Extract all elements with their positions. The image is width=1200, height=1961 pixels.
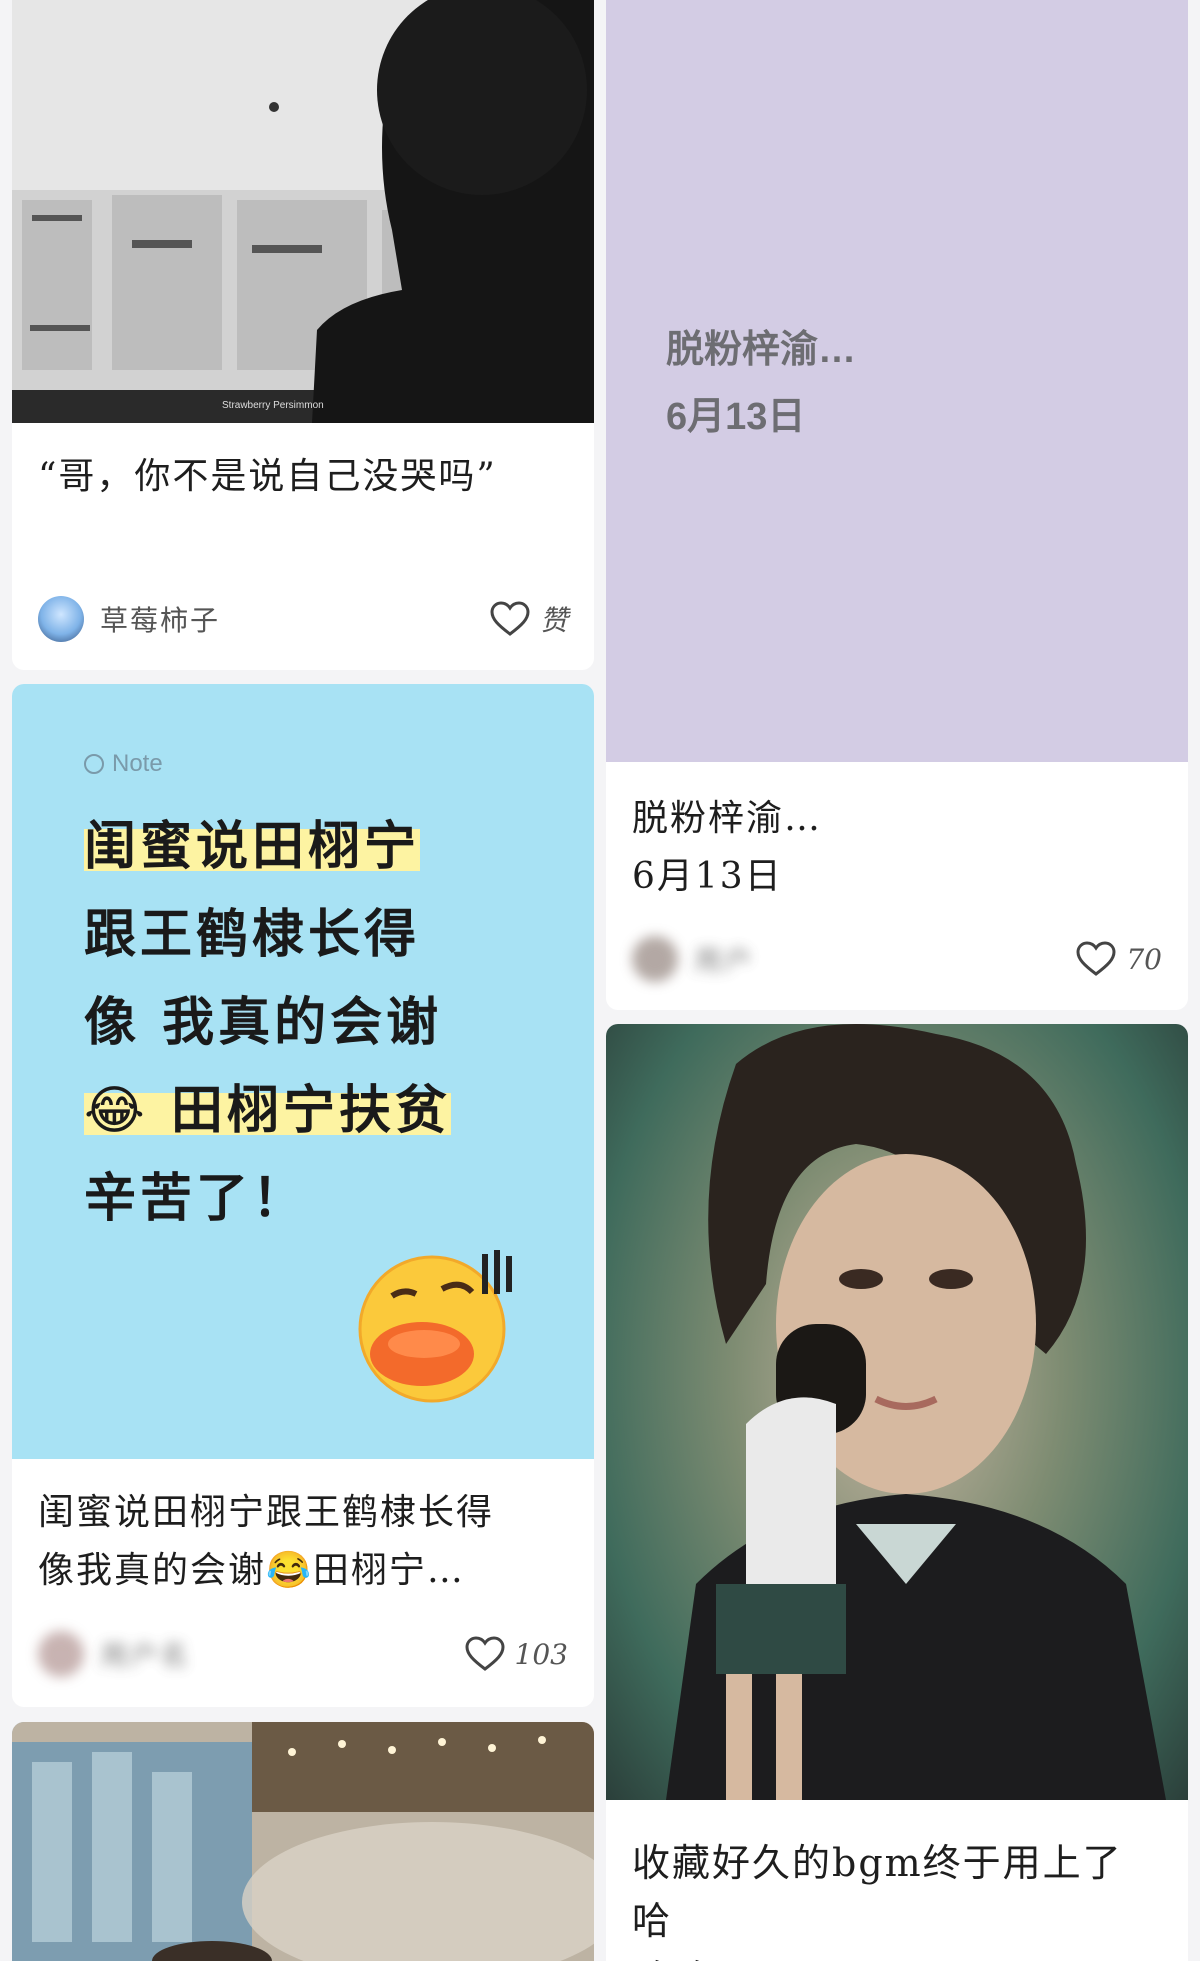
cover-photo bbox=[666, 1024, 1166, 1800]
cover-text-line2: 跟王鹤棣长得 bbox=[84, 905, 421, 965]
cover-text-line1: 闺蜜说田栩宁 bbox=[84, 817, 421, 877]
cover-text-line2: 6月13日 bbox=[666, 396, 806, 438]
author-name[interactable]: 用户 bbox=[694, 939, 754, 979]
card-cover-image[interactable] bbox=[12, 1722, 594, 1961]
author-avatar[interactable] bbox=[38, 1631, 84, 1677]
card-title[interactable]: 闺蜜说田栩宁跟王鹤棣长得 像我真的会谢😂田栩宁… bbox=[38, 1484, 568, 1600]
like-button[interactable]: 赞 bbox=[490, 599, 568, 639]
card-title[interactable]: “哥，你不是说自己没哭吗” bbox=[38, 448, 568, 506]
card-cover-image[interactable] bbox=[606, 1024, 1188, 1800]
cover-photo bbox=[12, 1722, 594, 1961]
card-title-line1: 收藏好久的bgm终于用上了哈 bbox=[632, 1841, 1123, 1943]
card-cover-image[interactable]: Strawberry Persimmon bbox=[12, 0, 594, 423]
card-title-line2: 哈哈 bbox=[632, 1950, 1162, 1961]
feed-card-4[interactable]: 收藏好久的bgm终于用上了哈 哈哈 bbox=[606, 1024, 1188, 1961]
card-title-line1: 闺蜜说田栩宁跟王鹤棣长得 bbox=[38, 1492, 495, 1533]
feed-card-2[interactable]: 脱粉梓渝… 6月13日 脱粉梓渝… 6月13日 用户 70 bbox=[606, 0, 1188, 1010]
feed-card-3[interactable]: Note 闺蜜说田栩宁 跟王鹤棣长得 像 我真的会谢 😂 田栩宁扶贫 辛苦了！ … bbox=[12, 684, 594, 1707]
note-tag-label: Note bbox=[112, 750, 163, 777]
note-tag: Note bbox=[84, 750, 163, 778]
like-count: 赞 bbox=[539, 604, 568, 637]
like-button[interactable]: 70 bbox=[1076, 941, 1162, 977]
card-title[interactable]: 脱粉梓渝… 6月13日 bbox=[632, 790, 1162, 906]
heart-icon bbox=[490, 601, 530, 636]
author-name[interactable]: 草莓柿子 bbox=[100, 599, 220, 639]
card-title-line2: 像我真的会谢😂田栩宁… bbox=[38, 1550, 465, 1591]
feed-card-5[interactable] bbox=[12, 1722, 594, 1961]
heart-icon bbox=[1076, 941, 1116, 976]
author-avatar[interactable] bbox=[38, 596, 84, 642]
card-meta: 草莓柿子 赞 bbox=[38, 594, 568, 644]
cover-text-line5: 辛苦了！ bbox=[84, 1169, 309, 1229]
cover-text-line1: 脱粉梓渝… bbox=[666, 329, 857, 371]
duck-emoji-icon bbox=[358, 1250, 512, 1403]
feed-card-1[interactable]: Strawberry Persimmon “哥，你不是说自己没哭吗” 草莓柿子 … bbox=[12, 0, 594, 670]
note-circle-icon bbox=[84, 754, 104, 774]
like-button[interactable]: 103 bbox=[465, 1636, 568, 1672]
cover-photo bbox=[12, 0, 594, 423]
like-count: 103 bbox=[514, 1637, 568, 1671]
cover-text-line4: 😂 田栩宁扶贫 bbox=[84, 1081, 451, 1141]
like-count: 70 bbox=[1126, 942, 1162, 976]
card-title[interactable]: 收藏好久的bgm终于用上了哈 哈哈 bbox=[632, 1834, 1162, 1961]
heart-icon bbox=[465, 1636, 505, 1671]
card-meta: 用户名 103 bbox=[38, 1629, 568, 1679]
author-name[interactable]: 用户名 bbox=[100, 1634, 190, 1674]
card-meta: 用户 70 bbox=[632, 934, 1162, 984]
cover-text-line3: 像 我真的会谢 bbox=[84, 993, 443, 1053]
card-title-line2: 6月13日 bbox=[632, 856, 783, 897]
card-cover-image[interactable]: 脱粉梓渝… 6月13日 bbox=[606, 0, 1188, 762]
cover-watermark: Strawberry Persimmon bbox=[222, 400, 324, 411]
card-cover-image[interactable]: Note 闺蜜说田栩宁 跟王鹤棣长得 像 我真的会谢 😂 田栩宁扶贫 辛苦了！ bbox=[12, 684, 594, 1459]
card-title-line1: 脱粉梓渝… bbox=[632, 798, 823, 839]
author-avatar[interactable] bbox=[632, 936, 678, 982]
